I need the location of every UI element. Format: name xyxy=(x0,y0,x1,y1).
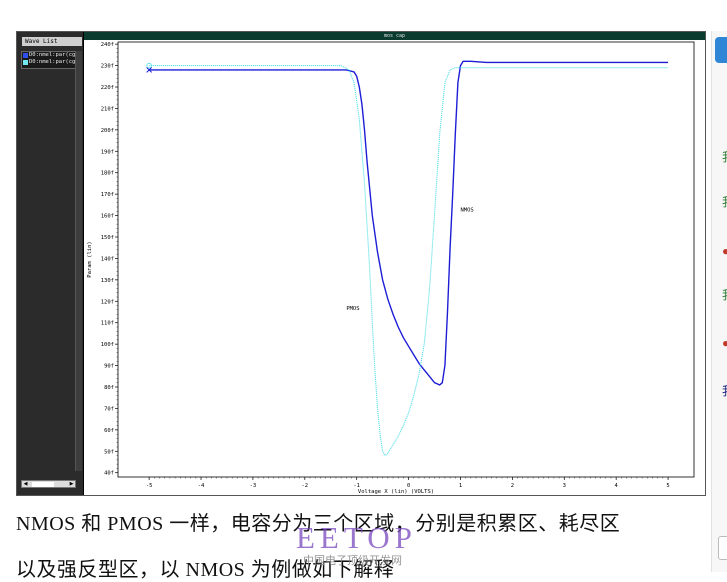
vertical-scrollbar[interactable] xyxy=(75,51,82,471)
wave-color-swatch xyxy=(23,53,28,58)
x-tick-label: 1 xyxy=(459,483,462,489)
side-glyph-icon[interactable]: 我 xyxy=(722,196,727,208)
x-tick-label: 4 xyxy=(615,483,619,489)
watermark-logo: EETOP xyxy=(296,520,417,556)
y-tick-label: 130f xyxy=(101,278,114,284)
y-tick-label: 40f xyxy=(104,471,114,477)
y-tick-label: 210f xyxy=(101,106,114,112)
scroll-left-icon[interactable]: ◀ xyxy=(22,481,29,487)
y-tick-label: 100f xyxy=(101,342,114,348)
x-tick-label: -4 xyxy=(198,483,205,489)
side-glyph-icon[interactable]: 我 xyxy=(722,289,727,301)
y-tick-label: 70f xyxy=(104,406,114,412)
annotation-label: NMOS xyxy=(460,207,473,213)
y-tick-label: 160f xyxy=(101,214,114,220)
y-tick-label: 220f xyxy=(101,85,114,91)
x-tick-label: -2 xyxy=(301,483,308,489)
side-dot-icon[interactable]: ● xyxy=(722,245,727,257)
y-tick-label: 140f xyxy=(101,256,114,262)
wave-color-swatch xyxy=(23,60,28,65)
y-tick-label: 80f xyxy=(104,385,114,391)
y-tick-label: 200f xyxy=(101,128,114,134)
x-tick-label: 3 xyxy=(563,483,566,489)
x-tick-label: 5 xyxy=(666,483,669,489)
wave-list-panel: Wave List D0:nmel:par(cg) D0:nmel:par(cg… xyxy=(17,32,83,495)
x-axis-label: Voltage X (lin) (VOLTS) xyxy=(358,489,434,495)
wave-list-item[interactable]: D0:nmel:par(cg) xyxy=(22,52,80,59)
y-tick-label: 190f xyxy=(101,149,114,155)
y-tick-label: 240f xyxy=(101,42,114,48)
cv-chart: 40f50f60f70f80f90f100f110f120f130f140f15… xyxy=(84,40,705,495)
watermark-tagline: 中国电子顶级开发网 xyxy=(303,552,402,568)
y-tick-label: 90f xyxy=(104,364,114,370)
y-tick-label: 120f xyxy=(101,299,114,305)
plot-titlebar: mos cap xyxy=(84,32,705,40)
side-dot-icon[interactable]: ● xyxy=(722,337,727,349)
y-tick-label: 50f xyxy=(104,449,114,455)
y-tick-label: 110f xyxy=(101,321,114,327)
wave-list: D0:nmel:par(cg) D0:nmel:par(cg) xyxy=(21,51,81,69)
horizontal-scrollbar[interactable]: ◀ ▶ xyxy=(21,480,76,488)
wave-list-item[interactable]: D0:nmel:par(cg) xyxy=(22,59,80,66)
side-glyph-icon[interactable]: 我 xyxy=(722,385,727,397)
plot-area xyxy=(118,42,694,477)
plot-window: mos cap 40f50f60f70f80f90f100f110f120f13… xyxy=(84,32,705,495)
scroll-right-icon[interactable]: ▶ xyxy=(68,481,75,487)
y-axis-label: Param (lin) xyxy=(87,241,93,277)
wave-list-title: Wave List xyxy=(22,37,82,46)
side-glyph-icon[interactable]: 我 xyxy=(722,151,727,163)
x-tick-label: -5 xyxy=(146,483,153,489)
y-tick-label: 60f xyxy=(104,428,114,434)
x-tick-label: -3 xyxy=(250,483,257,489)
wave-item-label: D0:nmel:par(cg) xyxy=(29,52,79,58)
x-tick-label: 2 xyxy=(511,483,514,489)
scrollbar-thumb[interactable] xyxy=(32,482,54,487)
y-tick-label: 150f xyxy=(101,235,114,241)
y-tick-label: 230f xyxy=(101,64,114,70)
side-toolbar: 我我●我●我 xyxy=(711,31,727,572)
annotation-label: PMOS xyxy=(346,306,359,312)
y-tick-label: 170f xyxy=(101,192,114,198)
side-action-button[interactable] xyxy=(715,37,727,63)
y-tick-label: 180f xyxy=(101,171,114,177)
wave-item-label: D0:nmel:par(cg) xyxy=(29,59,79,65)
side-box-button[interactable] xyxy=(718,536,727,560)
window-title: mos cap xyxy=(84,32,705,40)
